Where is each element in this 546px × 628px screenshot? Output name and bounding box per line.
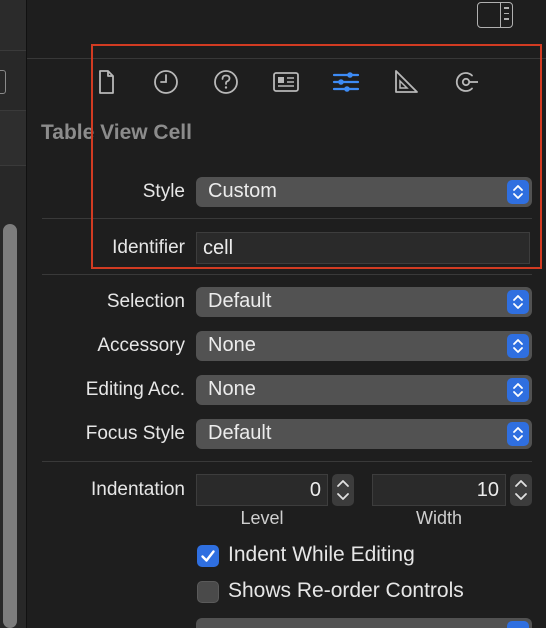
accessory-popup[interactable]: None bbox=[196, 331, 532, 361]
next-popup[interactable] bbox=[196, 618, 532, 628]
scrollbar[interactable] bbox=[3, 224, 17, 628]
up-down-chevron-icon bbox=[507, 290, 529, 314]
selection-popup[interactable]: Default bbox=[196, 287, 532, 317]
stepper-chevrons-icon bbox=[515, 480, 527, 500]
editor-tab-icon[interactable] bbox=[0, 70, 6, 94]
id-card-icon bbox=[273, 72, 299, 92]
editing-accessory-popup[interactable]: None bbox=[196, 375, 532, 405]
divider bbox=[42, 274, 532, 275]
up-down-chevron-icon bbox=[507, 621, 529, 628]
editing-accessory-value: None bbox=[208, 378, 256, 400]
sliders-icon bbox=[332, 72, 360, 92]
focus-style-label: Focus Style bbox=[85, 423, 185, 444]
inspector-tab-bar bbox=[76, 64, 496, 100]
xcode-window: Table View Cell Style Custom Identifier … bbox=[0, 0, 546, 628]
width-caption: Width bbox=[415, 508, 462, 528]
up-down-chevron-icon bbox=[507, 422, 529, 446]
indentation-width-field[interactable]: 10 bbox=[372, 474, 506, 506]
indent-while-editing-checkbox[interactable] bbox=[197, 545, 219, 567]
identifier-field[interactable]: cell bbox=[196, 232, 530, 264]
indentation-width-value: 10 bbox=[476, 479, 499, 501]
identifier-label: Identifier bbox=[112, 237, 185, 258]
toolbar-divider bbox=[27, 58, 546, 59]
level-caption: Level bbox=[240, 508, 284, 528]
indentation-width-stepper[interactable] bbox=[510, 474, 532, 506]
tab-connections-inspector[interactable] bbox=[448, 64, 484, 100]
tab-file-inspector[interactable] bbox=[88, 64, 124, 100]
stepper-chevrons-icon bbox=[337, 480, 349, 500]
selection-label: Selection bbox=[106, 291, 185, 312]
focus-style-value: Default bbox=[208, 422, 272, 444]
identifier-value: cell bbox=[203, 237, 234, 259]
style-popup[interactable]: Custom bbox=[196, 177, 532, 207]
tab-quick-help[interactable] bbox=[208, 64, 244, 100]
tab-identity-inspector[interactable] bbox=[268, 64, 304, 100]
clock-icon bbox=[154, 70, 178, 94]
editor-toolbar bbox=[0, 0, 26, 51]
up-down-chevron-icon bbox=[507, 180, 529, 204]
checkmark-icon bbox=[201, 550, 215, 562]
indentation-level-stepper[interactable] bbox=[332, 474, 354, 506]
indentation-level-value: 0 bbox=[309, 479, 321, 501]
tab-attributes-inspector[interactable] bbox=[328, 64, 364, 100]
focus-style-popup[interactable]: Default bbox=[196, 419, 532, 449]
ruler-icon bbox=[395, 70, 418, 93]
toggle-inspector-button[interactable] bbox=[477, 2, 513, 28]
divider bbox=[42, 218, 532, 219]
indentation-label: Indentation bbox=[90, 479, 185, 500]
question-icon bbox=[214, 70, 238, 94]
style-label: Style bbox=[142, 181, 185, 202]
style-value: Custom bbox=[208, 180, 277, 202]
editor-area bbox=[0, 0, 27, 628]
connection-icon bbox=[455, 72, 478, 92]
tab-size-inspector[interactable] bbox=[388, 64, 424, 100]
divider bbox=[42, 461, 532, 462]
sidebar-right-icon bbox=[500, 3, 512, 27]
document-icon bbox=[99, 70, 114, 94]
accessory-value: None bbox=[208, 334, 256, 356]
indentation-level-field[interactable]: 0 bbox=[196, 474, 328, 506]
editing-accessory-label: Editing Acc. bbox=[85, 379, 185, 400]
up-down-chevron-icon bbox=[507, 378, 529, 402]
section-title: Table View Cell bbox=[41, 121, 192, 144]
selection-value: Default bbox=[208, 290, 272, 312]
outline-header bbox=[0, 110, 26, 166]
shows-reorder-checkbox[interactable] bbox=[197, 581, 219, 603]
accessory-label: Accessory bbox=[97, 335, 185, 356]
indent-while-editing-label[interactable]: Indent While Editing bbox=[228, 543, 415, 567]
shows-reorder-label[interactable]: Shows Re-order Controls bbox=[228, 579, 464, 603]
up-down-chevron-icon bbox=[507, 334, 529, 358]
tab-history-inspector[interactable] bbox=[148, 64, 184, 100]
